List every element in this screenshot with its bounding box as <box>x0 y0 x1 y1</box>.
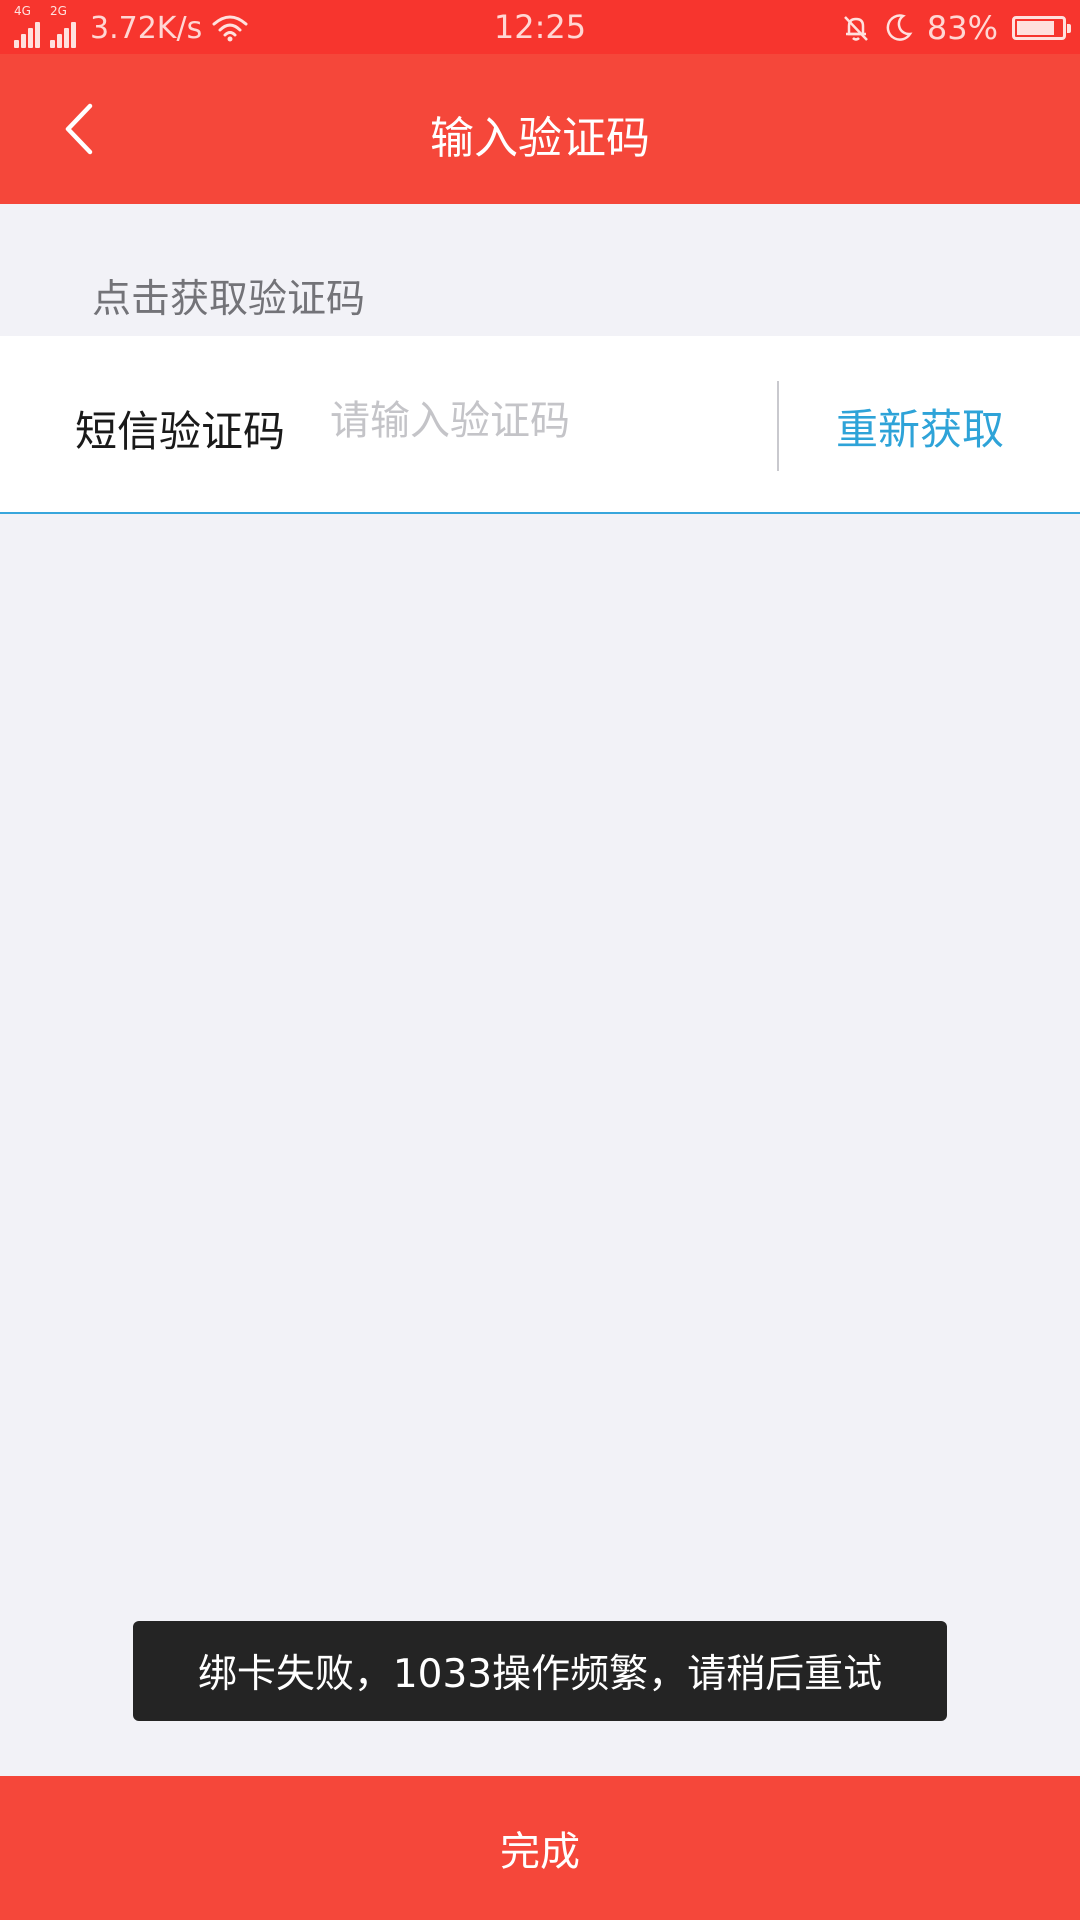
sms-code-row: 短信验证码 重新获取 <box>0 336 1080 514</box>
status-bar: 4G 2G 3.72K/s 12:25 83% <box>0 0 1080 54</box>
vertical-divider <box>777 381 779 471</box>
sms-code-input[interactable] <box>330 386 750 456</box>
error-toast: 绑卡失败，1033操作频繁，请稍后重试 <box>133 1621 947 1721</box>
battery-fill <box>1017 21 1054 35</box>
status-right: 83% <box>841 8 1071 48</box>
nav-bar: 输入验证码 <box>0 54 1080 204</box>
page-title: 输入验证码 <box>430 113 650 164</box>
get-code-hint[interactable]: 点击获取验证码 <box>92 268 365 324</box>
moon-icon <box>886 14 913 41</box>
mute-bell-icon <box>843 16 868 41</box>
resend-code-button[interactable]: 重新获取 <box>800 376 1040 476</box>
battery-icon <box>1012 16 1071 40</box>
battery-percent: 83% <box>926 9 998 47</box>
done-button[interactable]: 完成 <box>0 1776 1080 1920</box>
sms-code-label: 短信验证码 <box>75 407 286 456</box>
